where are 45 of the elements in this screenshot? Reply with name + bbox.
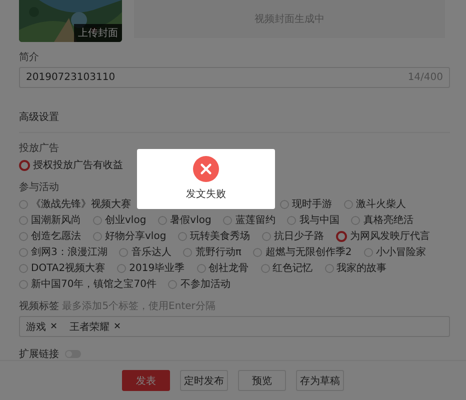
error-icon bbox=[193, 156, 219, 182]
activities-label: 参与活动 bbox=[19, 180, 59, 194]
radio-option[interactable]: 创业vlog bbox=[93, 213, 146, 227]
section-title: 高级设置 bbox=[19, 110, 59, 124]
upload-cover-button[interactable]: 上传封面 bbox=[74, 24, 122, 42]
radio-option[interactable]: 我家的故事 bbox=[324, 261, 387, 275]
tags-label: 视频标签 bbox=[19, 301, 59, 312]
radio-option[interactable]: 暑假vlog bbox=[158, 213, 212, 227]
publish-button[interactable]: 发表 bbox=[122, 370, 170, 391]
tag-label: 游戏 bbox=[26, 320, 46, 334]
radio-option[interactable]: 授权投放广告有收益 bbox=[19, 158, 123, 172]
intro-label: 简介 bbox=[19, 51, 39, 64]
radio-option[interactable]: 超燃与无限创作季2 bbox=[253, 245, 352, 259]
radio-option[interactable]: 抗日少子路 bbox=[262, 229, 324, 243]
radio-option[interactable]: 我与中国 bbox=[287, 213, 340, 227]
radio-option[interactable]: DOTA2视频大赛 bbox=[19, 261, 106, 275]
link-label: 扩展链接 bbox=[19, 348, 59, 361]
radio-option[interactable]: 小小冒险家 bbox=[364, 245, 426, 259]
radio-option[interactable]: 创造乞愿法 bbox=[19, 229, 81, 243]
radio-option[interactable]: 音乐达人 bbox=[119, 245, 172, 259]
radio-option[interactable]: 现时手游 bbox=[280, 197, 332, 211]
error-message: 发文失败 bbox=[186, 188, 226, 201]
remove-tag-button[interactable]: ✕ bbox=[114, 322, 122, 332]
radio-option[interactable]: 剑网3：浪漫江湖 bbox=[19, 245, 108, 259]
radio-option[interactable]: 不参加活动 bbox=[168, 277, 230, 291]
radio-option[interactable]: 创社龙骨 bbox=[196, 261, 249, 275]
tags-field[interactable]: 游戏 ✕ 王者荣耀 ✕ bbox=[19, 316, 450, 337]
radio-option[interactable]: 好物分享vlog bbox=[93, 229, 166, 243]
radio-option[interactable]: 为网风发映厅代言 bbox=[336, 229, 430, 243]
radio-option[interactable]: 2019毕业季 bbox=[117, 261, 185, 275]
radio-option[interactable]: 玩转美食秀场 bbox=[178, 229, 250, 243]
radio-option[interactable]: 《激战先锋》视频大赛 bbox=[19, 197, 131, 211]
radio-option[interactable]: 蓝莲留约 bbox=[223, 213, 276, 227]
remove-tag-button[interactable]: ✕ bbox=[50, 322, 58, 332]
radio-option[interactable]: 新中国70年，镇馆之宝70件 bbox=[19, 277, 156, 291]
ads-label: 投放广告 bbox=[19, 142, 59, 155]
action-button[interactable]: 定时发布 bbox=[180, 370, 228, 391]
radio-option[interactable]: 激斗火柴人 bbox=[344, 197, 406, 211]
radio-option[interactable]: 红色记忆 bbox=[260, 261, 313, 275]
action-button[interactable]: 预览 bbox=[238, 370, 286, 391]
radio-option[interactable]: 国潮新风尚 bbox=[19, 213, 81, 227]
radio-option[interactable]: 荒野行动π bbox=[183, 245, 242, 259]
radio-option[interactable]: 真格亮绝活 bbox=[351, 213, 414, 227]
action-button[interactable]: 存为草稿 bbox=[296, 370, 344, 391]
tag-label: 王者荣耀 bbox=[70, 320, 110, 334]
